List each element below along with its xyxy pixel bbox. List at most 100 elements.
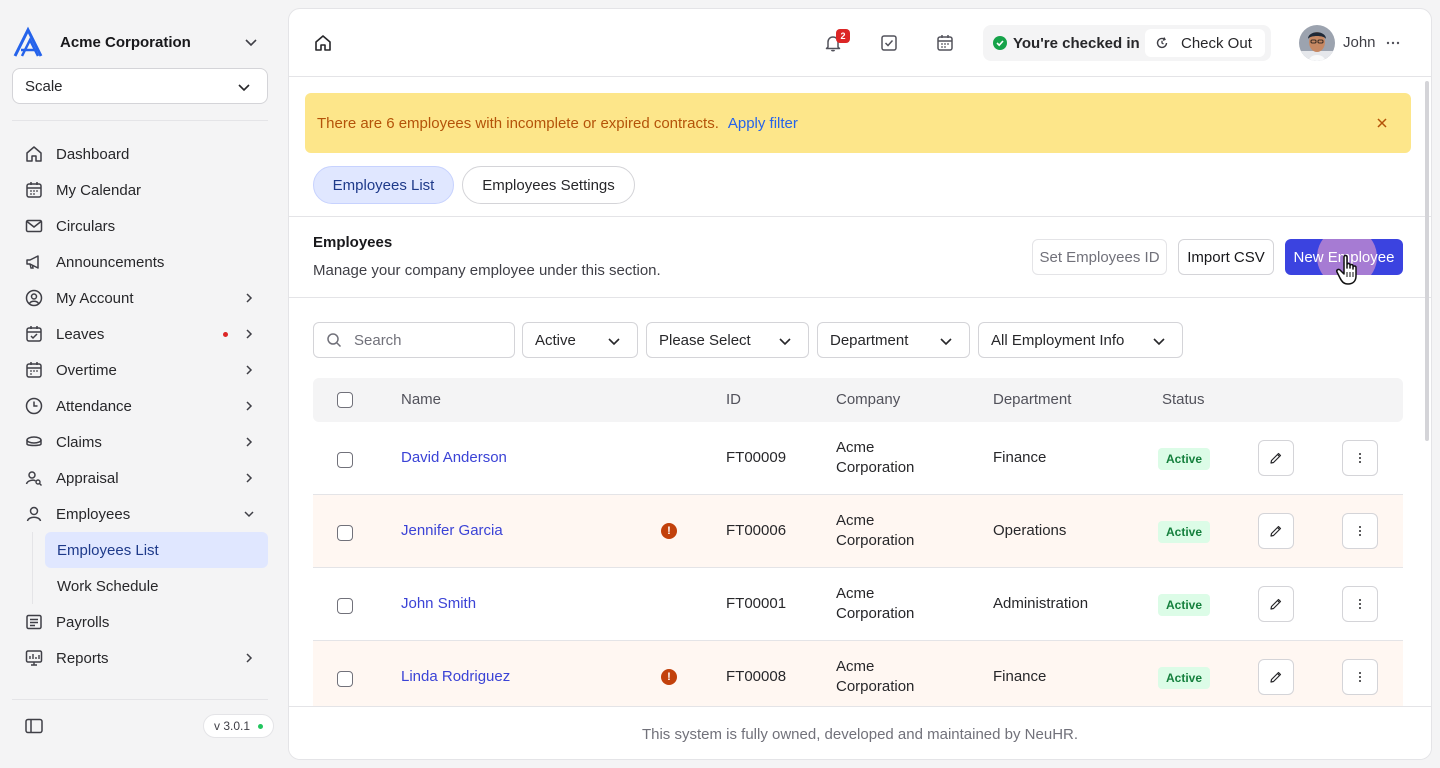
employee-name-link[interactable]: Jennifer Garcia bbox=[401, 521, 503, 541]
status-filter-select[interactable]: Active bbox=[522, 322, 638, 358]
megaphone-icon bbox=[26, 255, 39, 269]
task-check-icon[interactable] bbox=[879, 33, 899, 53]
employee-company: Acme Corporation bbox=[836, 438, 914, 478]
sidebar-nav: Dashboard My Calendar Circulars Announce… bbox=[12, 136, 268, 676]
chevron-down-icon bbox=[608, 338, 620, 346]
column-header-name[interactable]: Name bbox=[401, 391, 441, 408]
scale-select[interactable]: Scale bbox=[12, 68, 268, 104]
edit-button[interactable] bbox=[1258, 586, 1294, 622]
sidebar-item-leaves[interactable]: Leaves bbox=[12, 316, 268, 352]
sidebar-item-reports[interactable]: Reports bbox=[12, 640, 268, 676]
more-actions-button[interactable] bbox=[1342, 586, 1378, 622]
sidebar-item-label: Payrolls bbox=[56, 613, 110, 631]
edit-button[interactable] bbox=[1258, 659, 1294, 695]
check-out-button[interactable]: Check Out bbox=[1145, 29, 1265, 57]
company-line: Corporation bbox=[836, 678, 915, 695]
table-row: Linda Rodriguez ! FT00008 Acme Corporatio… bbox=[313, 641, 1403, 714]
user-name[interactable]: John bbox=[1343, 34, 1376, 51]
search-input[interactable] bbox=[354, 331, 494, 349]
select-all-checkbox[interactable] bbox=[337, 392, 353, 408]
company-line: Corporation bbox=[836, 605, 915, 622]
clock-icon bbox=[25, 397, 43, 415]
notification-dot bbox=[223, 332, 228, 337]
row-checkbox[interactable] bbox=[337, 671, 353, 687]
import-csv-button[interactable]: Import CSV bbox=[1178, 239, 1274, 275]
edit-button[interactable] bbox=[1258, 440, 1294, 476]
sidebar-item-employees[interactable]: Employees bbox=[12, 496, 268, 532]
footer-text: This system is fully owned, developed an… bbox=[641, 725, 1079, 743]
chevron-right-icon bbox=[246, 365, 253, 375]
company-line: Corporation bbox=[836, 459, 915, 476]
sidebar-item-payrolls[interactable]: Payrolls bbox=[12, 604, 268, 640]
set-employees-id-button[interactable]: Set Employees ID bbox=[1032, 239, 1167, 275]
close-icon[interactable] bbox=[1375, 116, 1389, 130]
employees-submenu: Employees List Work Schedule bbox=[32, 532, 268, 604]
sidebar-subitem-work-schedule[interactable]: Work Schedule bbox=[45, 568, 268, 604]
apply-filter-link[interactable]: Apply filter bbox=[728, 115, 798, 132]
employee-department: Administration bbox=[993, 595, 1089, 612]
more-vertical-icon bbox=[1359, 599, 1361, 609]
sidebar-item-appraisal[interactable]: Appraisal bbox=[12, 460, 268, 496]
chevron-down-icon bbox=[779, 338, 791, 346]
column-header-status[interactable]: Status bbox=[1162, 391, 1205, 408]
more-actions-button[interactable] bbox=[1342, 513, 1378, 549]
table-row: David Anderson FT00009 Acme Corporation F… bbox=[313, 422, 1403, 495]
sidebar-item-dashboard[interactable]: Dashboard bbox=[12, 136, 268, 172]
row-checkbox[interactable] bbox=[337, 525, 353, 541]
table-row: John Smith FT00001 Acme Corporation Admin… bbox=[313, 568, 1403, 641]
tab-employees-settings[interactable]: Employees Settings bbox=[462, 166, 635, 204]
employee-name-link[interactable]: David Anderson bbox=[401, 448, 507, 468]
contract-alert: There are 6 employees with incomplete or… bbox=[305, 93, 1411, 153]
calendar-icon[interactable] bbox=[935, 33, 955, 53]
version-badge: v 3.0.1 bbox=[203, 714, 275, 738]
chevron-down-icon bbox=[245, 39, 257, 47]
version-text: v 3.0.1 bbox=[214, 719, 251, 733]
department-filter-select[interactable]: Department bbox=[817, 322, 970, 358]
sidebar-item-announcements[interactable]: Announcements bbox=[12, 244, 268, 280]
row-checkbox[interactable] bbox=[337, 452, 353, 468]
check-circle-icon bbox=[993, 36, 1007, 50]
employment-info-filter-select[interactable]: All Employment Info bbox=[978, 322, 1183, 358]
status-badge: Active bbox=[1158, 521, 1211, 543]
warning-icon: ! bbox=[661, 523, 677, 539]
checkin-text: You're checked in bbox=[1013, 34, 1140, 52]
sidebar-item-overtime[interactable]: Overtime bbox=[12, 352, 268, 388]
sidebar: Acme Corporation Scale Dashboard My Cale… bbox=[0, 0, 280, 768]
sidebar-item-my-calendar[interactable]: My Calendar bbox=[12, 172, 268, 208]
avatar[interactable] bbox=[1299, 25, 1335, 61]
sidebar-item-my-account[interactable]: My Account bbox=[12, 280, 268, 316]
column-header-department[interactable]: Department bbox=[993, 391, 1071, 408]
employee-name-link[interactable]: John Smith bbox=[401, 594, 476, 614]
more-actions-button[interactable] bbox=[1342, 440, 1378, 476]
table-header: Name ID Company Department Status bbox=[313, 378, 1403, 422]
edit-button[interactable] bbox=[1258, 513, 1294, 549]
org-name: Acme Corporation bbox=[60, 33, 191, 51]
sidebar-item-label: Claims bbox=[56, 433, 102, 451]
more-actions-button[interactable] bbox=[1342, 659, 1378, 695]
column-header-id[interactable]: ID bbox=[726, 391, 741, 408]
chevron-right-icon bbox=[246, 653, 253, 663]
sidebar-item-circulars[interactable]: Circulars bbox=[12, 208, 268, 244]
tab-employees-list[interactable]: Employees List bbox=[313, 166, 454, 204]
check-out-label: Check Out bbox=[1181, 34, 1252, 52]
sidebar-item-label: Leaves bbox=[56, 325, 105, 343]
chevron-right-icon bbox=[246, 473, 253, 483]
employee-department: Operations bbox=[993, 522, 1067, 539]
sidebar-subitem-employees-list[interactable]: Employees List bbox=[45, 532, 268, 568]
search-icon bbox=[327, 333, 342, 348]
please-select-filter[interactable]: Please Select bbox=[646, 322, 809, 358]
employee-name-link[interactable]: Linda Rodriguez bbox=[401, 667, 510, 687]
more-horizontal-icon[interactable] bbox=[1383, 33, 1403, 53]
scrollbar[interactable] bbox=[1425, 81, 1429, 441]
status-badge: Active bbox=[1158, 667, 1211, 689]
row-checkbox[interactable] bbox=[337, 598, 353, 614]
home-icon[interactable] bbox=[313, 33, 333, 53]
org-switcher[interactable]: Acme Corporation bbox=[12, 24, 268, 60]
sidebar-divider bbox=[12, 120, 268, 121]
search-field[interactable] bbox=[313, 322, 515, 358]
user-icon bbox=[26, 506, 42, 522]
sidebar-item-claims[interactable]: Claims bbox=[12, 424, 268, 460]
sidebar-item-attendance[interactable]: Attendance bbox=[12, 388, 268, 424]
sidebar-toggle-icon[interactable] bbox=[24, 716, 44, 736]
column-header-company[interactable]: Company bbox=[836, 391, 900, 408]
